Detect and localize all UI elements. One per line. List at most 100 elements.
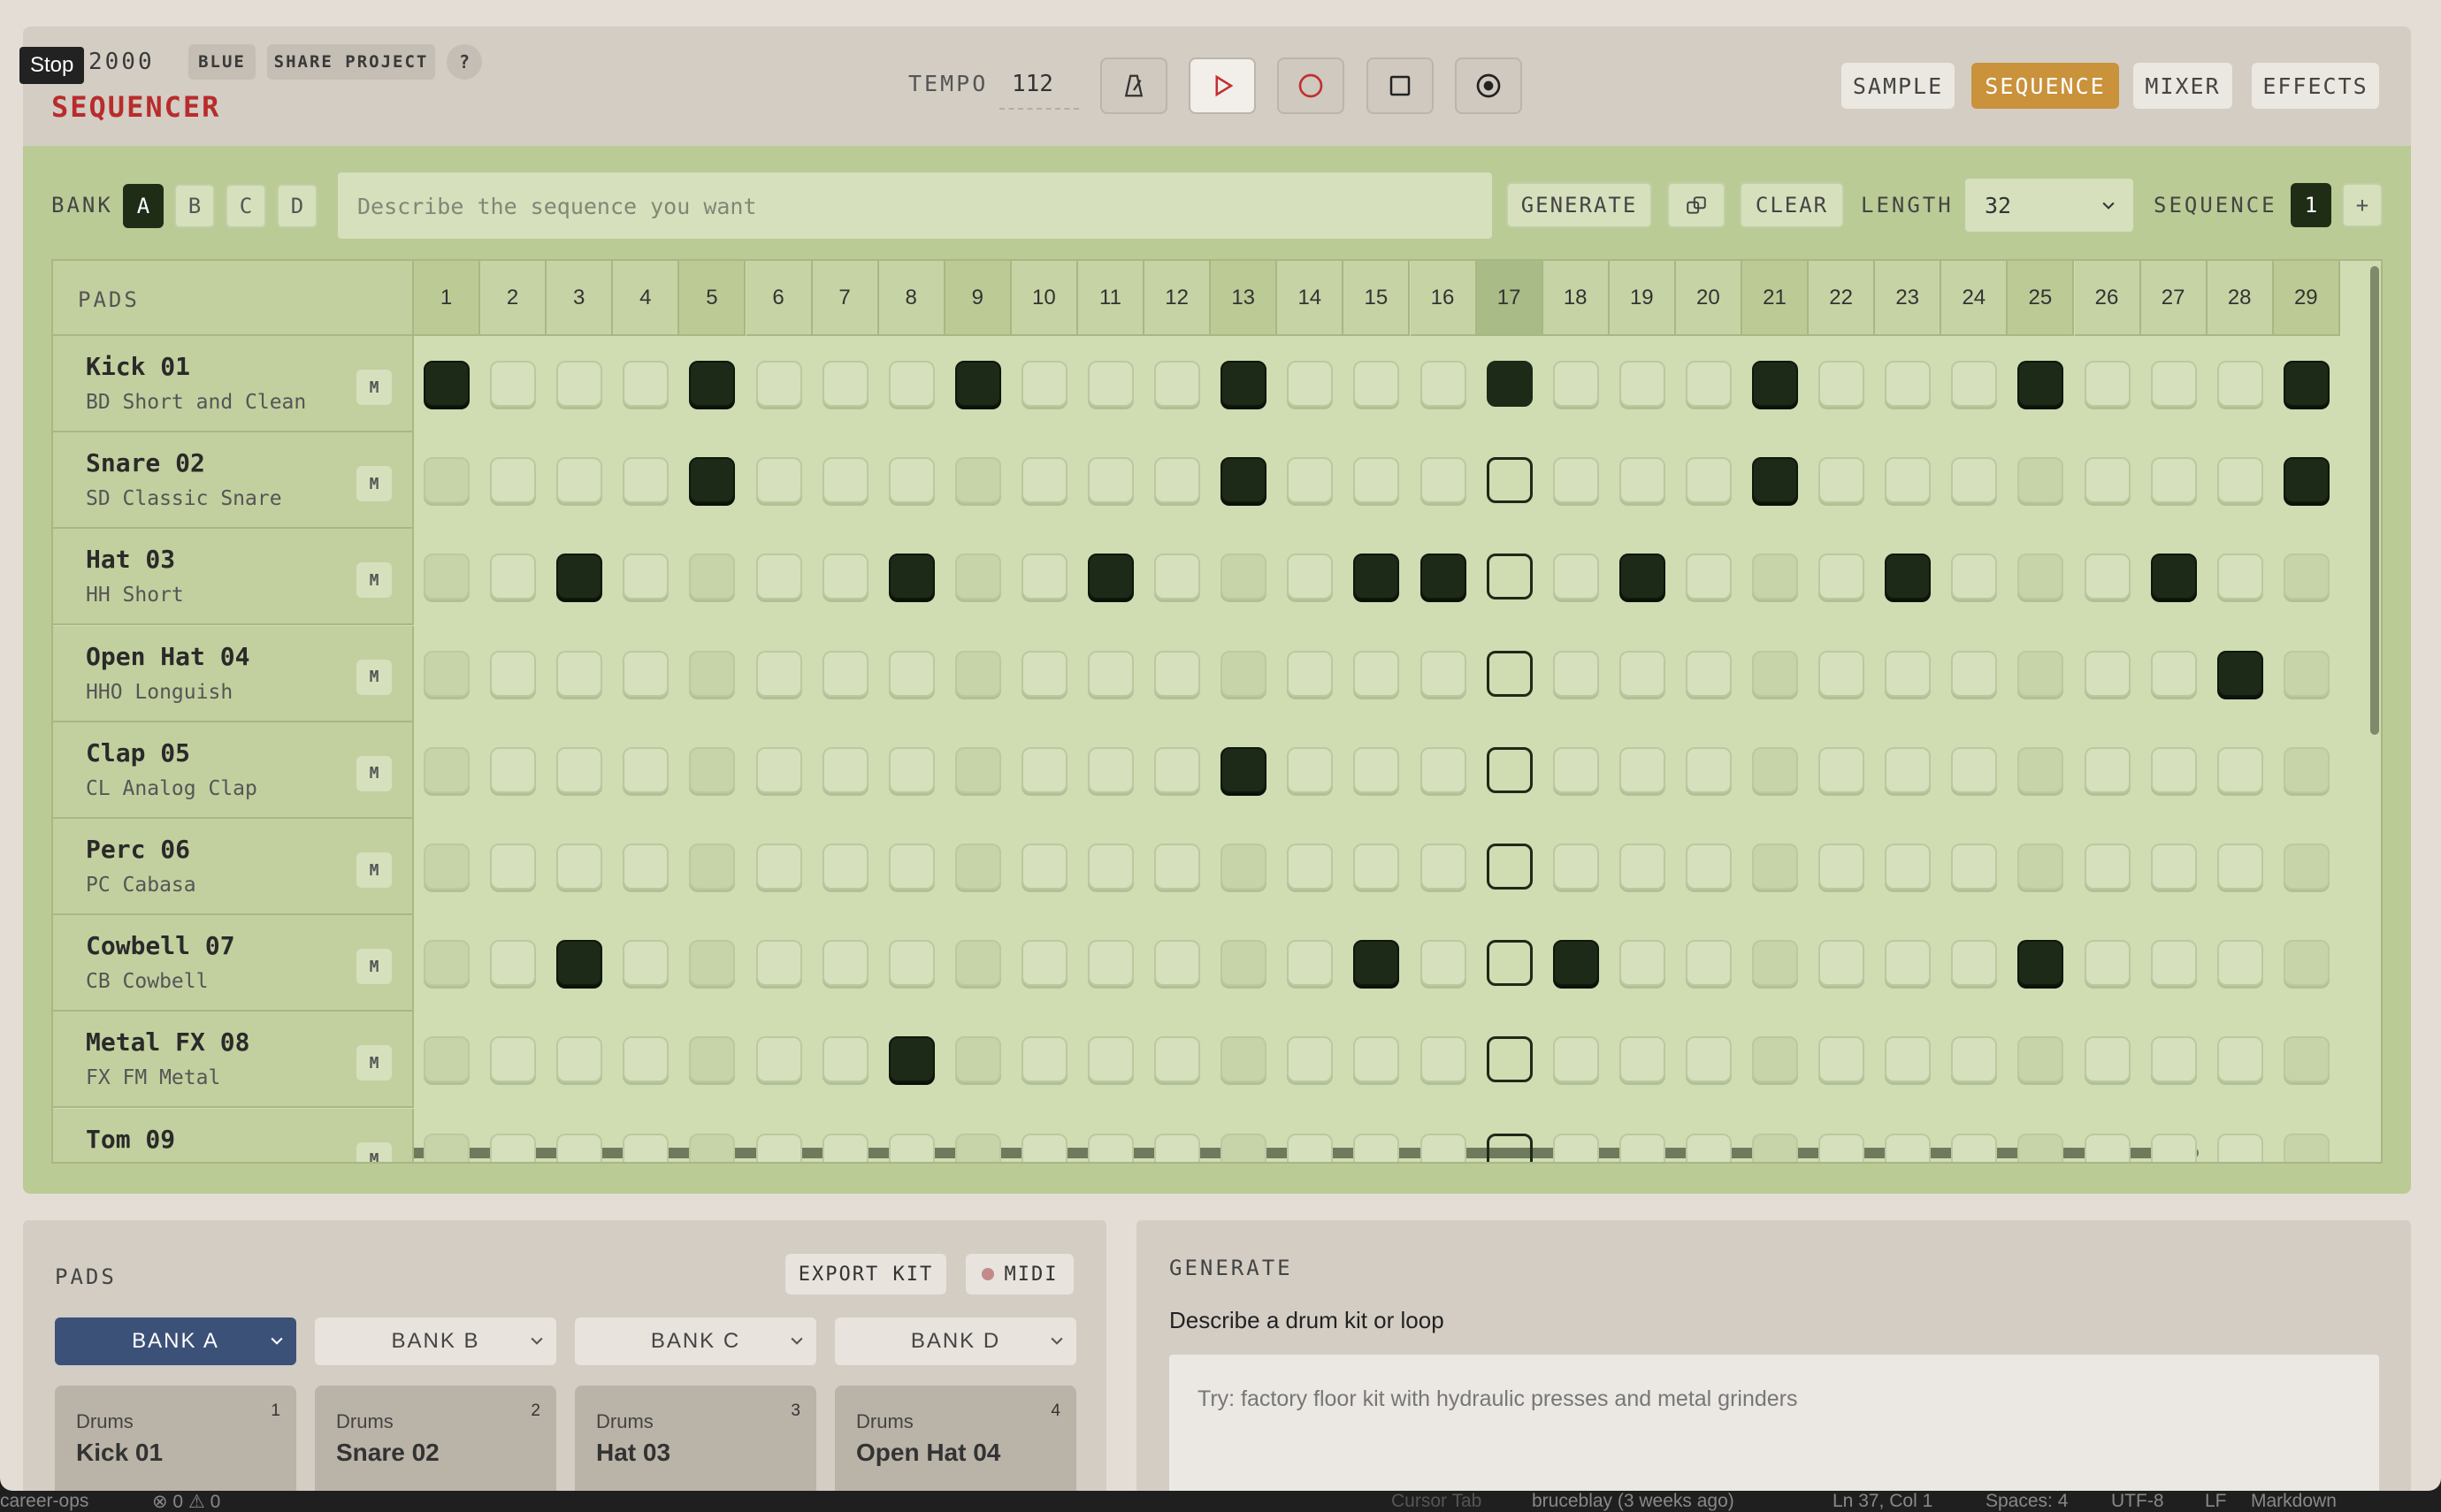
step-toggle[interactable]: [1885, 457, 1932, 504]
bank-tab-b[interactable]: BANK B: [315, 1317, 556, 1365]
track-row[interactable]: Hat 03 HH Short M: [53, 529, 414, 626]
step-toggle[interactable]: [1818, 457, 1865, 504]
step-toggle[interactable]: [424, 746, 470, 793]
mute-button[interactable]: M: [356, 466, 392, 502]
step-toggle[interactable]: [1088, 457, 1134, 504]
step-toggle[interactable]: [822, 554, 869, 600]
pad-card[interactable]: Drums 3 Hat 03: [575, 1386, 816, 1491]
step-toggle[interactable]: [1021, 844, 1067, 890]
pad-card[interactable]: Drums 4 Open Hat 04: [835, 1386, 1076, 1491]
step-toggle[interactable]: [2084, 650, 2131, 697]
step-toggle[interactable]: [755, 1133, 802, 1162]
step-toggle[interactable]: [755, 650, 802, 697]
step-toggle[interactable]: [1220, 361, 1267, 407]
step-toggle[interactable]: [1552, 940, 1599, 987]
step-toggle[interactable]: [2216, 844, 2263, 890]
randomize-button[interactable]: [1667, 182, 1726, 228]
step-toggle[interactable]: [689, 746, 736, 793]
step-toggle[interactable]: [424, 457, 470, 504]
step-toggle[interactable]: [1419, 554, 1466, 600]
step-toggle[interactable]: [2150, 1133, 2197, 1162]
mute-button[interactable]: M: [356, 1142, 392, 1162]
step-toggle[interactable]: [623, 940, 670, 987]
step-toggle[interactable]: [2017, 554, 2064, 600]
step-toggle[interactable]: [1154, 1133, 1201, 1162]
status-branch[interactable]: career-ops: [0, 1491, 88, 1512]
step-toggle[interactable]: [2283, 554, 2330, 600]
step-toggle[interactable]: [490, 746, 537, 793]
step-toggle[interactable]: [1818, 1036, 1865, 1083]
step-toggle[interactable]: [1752, 940, 1798, 987]
step-toggle[interactable]: [1618, 457, 1665, 504]
nav-sample[interactable]: SAMPLE: [1841, 63, 1955, 109]
step-toggle[interactable]: [623, 844, 670, 890]
generate-button[interactable]: GENERATE: [1506, 182, 1652, 228]
step-toggle[interactable]: [888, 554, 935, 600]
step-toggle[interactable]: [1419, 650, 1466, 697]
step-toggle[interactable]: [1220, 650, 1267, 697]
bank-tab-d[interactable]: BANK D: [835, 1317, 1076, 1365]
step-toggle[interactable]: [1287, 746, 1334, 793]
step-toggle[interactable]: [424, 844, 470, 890]
step-toggle[interactable]: [556, 650, 603, 697]
step-toggle[interactable]: [2216, 650, 2263, 697]
track-row[interactable]: Metal FX 08 FX FM Metal M: [53, 1012, 414, 1109]
step-toggle[interactable]: [1618, 1133, 1665, 1162]
step-toggle[interactable]: [1220, 1036, 1267, 1083]
step-toggle[interactable]: [1552, 1036, 1599, 1083]
step-toggle[interactable]: [2084, 361, 2131, 407]
step-toggle[interactable]: [1287, 844, 1334, 890]
step-toggle[interactable]: [1951, 554, 1998, 600]
step-toggle[interactable]: [2283, 1133, 2330, 1162]
step-toggle[interactable]: [2150, 940, 2197, 987]
status-eol[interactable]: LF: [2205, 1491, 2227, 1512]
step-toggle[interactable]: [1287, 1036, 1334, 1083]
step-toggle[interactable]: [2084, 1133, 2131, 1162]
metronome-button[interactable]: [1100, 57, 1167, 114]
step-toggle[interactable]: [1951, 650, 1998, 697]
step-toggle[interactable]: [1419, 361, 1466, 407]
step-toggle[interactable]: [822, 844, 869, 890]
step-toggle[interactable]: [2017, 1036, 2064, 1083]
step-toggle[interactable]: [1353, 361, 1400, 407]
nav-sequence[interactable]: SEQUENCE: [1971, 63, 2119, 109]
step-toggle[interactable]: [1885, 1036, 1932, 1083]
track-row[interactable]: Kick 01 BD Short and Clean M: [53, 336, 414, 432]
step-toggle[interactable]: [1752, 844, 1798, 890]
step-toggle[interactable]: [1419, 1133, 1466, 1162]
step-toggle[interactable]: [1818, 940, 1865, 987]
record-button[interactable]: [1277, 57, 1344, 114]
bank-tab-a[interactable]: BANK A: [55, 1317, 296, 1365]
step-toggle[interactable]: [1154, 844, 1201, 890]
step-toggle[interactable]: [1885, 361, 1932, 407]
step-toggle[interactable]: [2216, 361, 2263, 407]
step-toggle[interactable]: [954, 554, 1001, 600]
status-position[interactable]: Ln 37, Col 1: [1833, 1491, 1932, 1512]
step-toggle[interactable]: [623, 650, 670, 697]
step-toggle[interactable]: [1154, 457, 1201, 504]
step-toggle[interactable]: [1818, 1133, 1865, 1162]
step-toggle[interactable]: [1154, 746, 1201, 793]
step-toggle[interactable]: [1486, 457, 1533, 504]
step-toggle[interactable]: [1088, 554, 1134, 600]
step-toggle[interactable]: [2150, 1036, 2197, 1083]
step-toggle[interactable]: [556, 361, 603, 407]
tempo-input[interactable]: 112: [999, 58, 1079, 110]
step-toggle[interactable]: [1419, 1036, 1466, 1083]
step-toggle[interactable]: [1287, 554, 1334, 600]
step-toggle[interactable]: [2150, 650, 2197, 697]
step-toggle[interactable]: [1618, 940, 1665, 987]
status-language[interactable]: Markdown: [2251, 1491, 2337, 1512]
step-toggle[interactable]: [1951, 940, 1998, 987]
step-toggle[interactable]: [1618, 650, 1665, 697]
pad-card[interactable]: Drums 1 Kick 01: [55, 1386, 296, 1491]
sequence-prompt-input[interactable]: Describe the sequence you want: [338, 172, 1492, 239]
step-toggle[interactable]: [954, 650, 1001, 697]
step-toggle[interactable]: [1685, 1036, 1732, 1083]
step-toggle[interactable]: [2017, 940, 2064, 987]
step-toggle[interactable]: [2216, 1133, 2263, 1162]
step-toggle[interactable]: [424, 1036, 470, 1083]
kit-description-input[interactable]: Try: factory floor kit with hydraulic pr…: [1169, 1355, 2379, 1491]
step-toggle[interactable]: [1618, 361, 1665, 407]
step-toggle[interactable]: [1353, 1036, 1400, 1083]
